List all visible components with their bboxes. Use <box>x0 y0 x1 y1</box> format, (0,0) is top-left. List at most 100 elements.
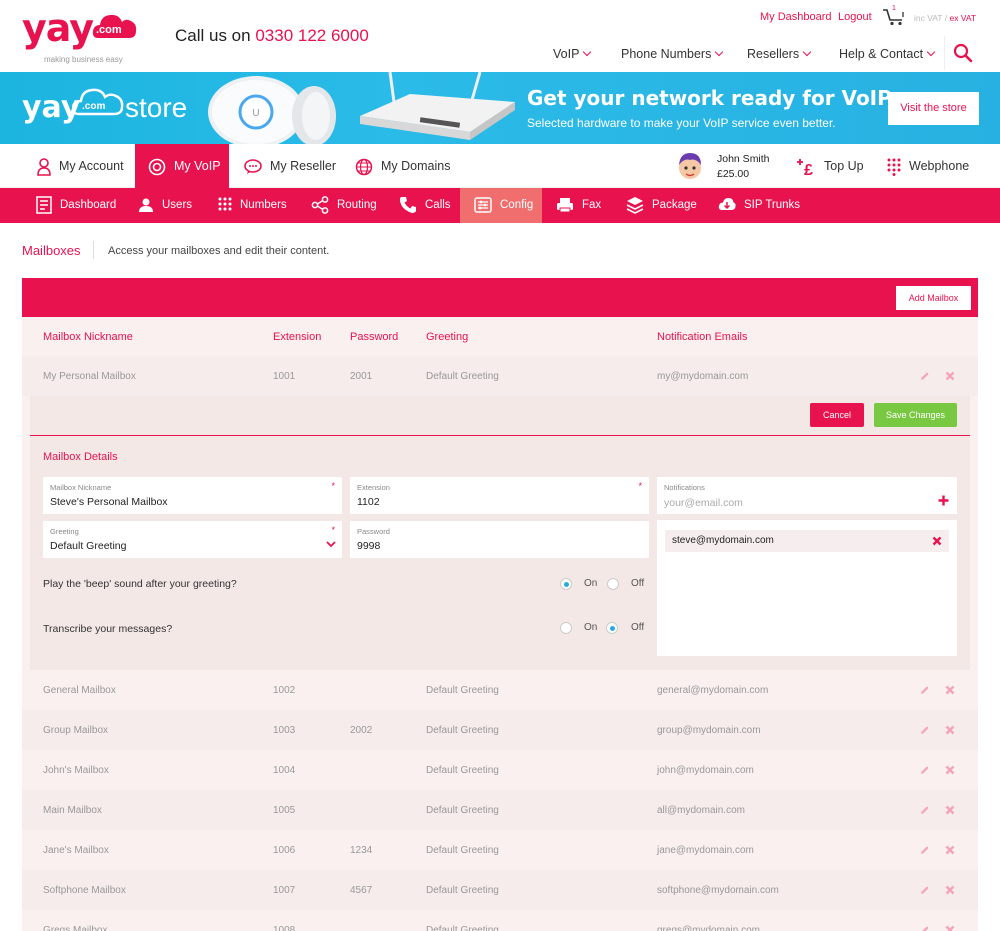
keypad-icon <box>887 158 901 176</box>
vat-ex-option[interactable]: ex VAT <box>949 13 976 23</box>
subnav-fax[interactable]: Fax <box>556 188 601 223</box>
tab-my-voip[interactable]: My VoIP <box>135 144 229 188</box>
store-text: store <box>125 92 188 123</box>
voip-subnav: Dashboard Users Numbers Routing Calls Co… <box>0 188 1000 223</box>
delete-x-icon[interactable] <box>945 845 955 855</box>
save-changes-button[interactable]: Save Changes <box>874 403 957 427</box>
delete-x-icon[interactable] <box>945 765 955 775</box>
search-button[interactable] <box>944 36 980 70</box>
edit-pencil-icon[interactable] <box>920 845 930 855</box>
cell-extension: 1005 <box>273 805 296 816</box>
password-label: Password <box>357 527 390 536</box>
subnav-sip-trunks[interactable]: SIP Trunks <box>718 188 800 223</box>
subnav-config[interactable]: Config <box>460 188 542 223</box>
avatar[interactable] <box>676 150 704 182</box>
cell-nickname: Main Mailbox <box>43 805 102 816</box>
share-routing-icon <box>311 196 329 214</box>
subnav-numbers[interactable]: Numbers <box>218 188 287 223</box>
cell-password: 2002 <box>350 725 373 736</box>
table-row[interactable]: My Personal Mailbox 1001 2001 Default Gr… <box>22 356 978 396</box>
cancel-button[interactable]: Cancel <box>810 403 864 427</box>
cell-email: jane@mydomain.com <box>657 845 754 856</box>
add-mailbox-button[interactable]: Add Mailbox <box>896 286 971 310</box>
edit-pencil-icon[interactable] <box>920 925 930 931</box>
vat-inc-option[interactable]: inc VAT <box>914 13 942 23</box>
cell-nickname: John's Mailbox <box>43 765 109 776</box>
logo[interactable]: yay <box>22 6 94 50</box>
top-up-button[interactable]: £ Top Up <box>796 144 864 188</box>
chevron-down-icon <box>326 541 336 548</box>
table-row[interactable]: General Mailbox 1002 Default Greeting gener… <box>22 670 978 710</box>
account-bar: My Account My VoIP My Reseller My Domain… <box>0 144 1000 188</box>
chevron-down-icon <box>926 47 936 57</box>
edit-pencil-icon[interactable] <box>920 725 930 735</box>
nav-phone-numbers[interactable]: Phone Numbers <box>621 47 724 61</box>
my-dashboard-link[interactable]: My Dashboard <box>760 11 832 23</box>
nav-voip[interactable]: VoIP <box>553 47 592 61</box>
table-row[interactable]: John's Mailbox 1004 Default Greeting john@m… <box>22 750 978 790</box>
visit-store-button[interactable]: Visit the store <box>888 92 979 125</box>
banner-title: Get your network ready for VoIP <box>527 86 892 110</box>
add-email-plus-icon[interactable] <box>938 495 949 506</box>
logout-link[interactable]: Logout <box>838 11 872 23</box>
cell-email: my@mydomain.com <box>657 371 749 382</box>
numbers-keypad-icon <box>218 197 232 211</box>
edit-pencil-icon[interactable] <box>920 805 930 815</box>
webphone-button[interactable]: Webphone <box>887 144 969 188</box>
table-row[interactable]: Main Mailbox 1005 Default Greeting all@mydo… <box>22 790 978 830</box>
svg-text:U: U <box>252 108 259 119</box>
nickname-value: Steve's Personal Mailbox <box>50 496 168 508</box>
subnav-users[interactable]: Users <box>138 188 192 223</box>
edit-pencil-icon[interactable] <box>920 371 930 381</box>
transcribe-on-radio[interactable] <box>560 622 572 634</box>
table-row[interactable]: Group Mailbox 1003 2002 Default Greeting gro… <box>22 710 978 750</box>
notification-email-input[interactable] <box>664 497 924 509</box>
beep-on-label: On <box>584 578 598 589</box>
transcribe-on-label: On <box>584 622 598 633</box>
notifications-label: Notifications <box>664 483 705 492</box>
subnav-package[interactable]: Package <box>626 188 697 223</box>
chat-icon <box>244 158 262 174</box>
beep-off-radio[interactable] <box>607 578 619 590</box>
remove-email-x-icon[interactable] <box>932 536 942 546</box>
nav-resellers[interactable]: Resellers <box>747 47 812 61</box>
nickname-field[interactable]: Mailbox Nickname * Steve's Personal Mail… <box>43 477 342 514</box>
delete-x-icon[interactable] <box>945 925 955 931</box>
notifications-field[interactable]: Notifications <box>657 477 957 514</box>
tab-my-domains[interactable]: My Domains <box>355 144 450 188</box>
edit-pencil-icon[interactable] <box>920 685 930 695</box>
delete-x-icon[interactable] <box>945 885 955 895</box>
edit-pencil-icon[interactable] <box>920 765 930 775</box>
delete-x-icon[interactable] <box>945 725 955 735</box>
table-row[interactable]: Jane's Mailbox 1006 1234 Default Greeting ja… <box>22 830 978 870</box>
vat-toggle[interactable]: inc VAT / ex VAT <box>914 13 976 23</box>
cart-icon[interactable]: 1 <box>882 5 908 26</box>
table-row[interactable]: Gregs Mailbox 1008 Default Greeting gregs@m… <box>22 910 978 931</box>
column-header-nickname: Mailbox Nickname <box>43 331 133 343</box>
subnav-dashboard[interactable]: Dashboard <box>36 188 116 223</box>
extension-field[interactable]: Extension * 1102 <box>350 477 649 514</box>
required-mark: * <box>331 525 335 535</box>
tab-my-reseller[interactable]: My Reseller <box>244 144 336 188</box>
cell-greeting: Default Greeting <box>426 925 499 931</box>
password-field[interactable]: Password 9998 <box>350 521 649 558</box>
cell-greeting: Default Greeting <box>426 765 499 776</box>
delete-x-icon[interactable] <box>945 685 955 695</box>
transcribe-off-radio[interactable] <box>606 622 618 634</box>
delete-x-icon[interactable] <box>945 805 955 815</box>
tab-my-account[interactable]: My Account <box>37 144 124 188</box>
delete-x-icon[interactable] <box>945 371 955 381</box>
subnav-calls[interactable]: Calls <box>399 188 451 223</box>
beep-on-radio[interactable] <box>560 578 572 590</box>
greeting-select[interactable]: Greeting * Default Greeting <box>43 521 342 558</box>
nav-help-contact[interactable]: Help & Contact <box>839 47 936 61</box>
page-description: Access your mailboxes and edit their con… <box>108 245 330 257</box>
config-sliders-icon <box>474 197 492 213</box>
nickname-label: Mailbox Nickname <box>50 483 112 492</box>
table-row[interactable]: Softphone Mailbox 1007 4567 Default Greetin… <box>22 870 978 910</box>
globe-icon <box>355 158 373 175</box>
call-us: Call us on 0330 122 6000 <box>175 26 369 45</box>
subnav-routing[interactable]: Routing <box>311 188 377 223</box>
phone-number[interactable]: 0330 122 6000 <box>255 26 368 45</box>
edit-pencil-icon[interactable] <box>920 885 930 895</box>
